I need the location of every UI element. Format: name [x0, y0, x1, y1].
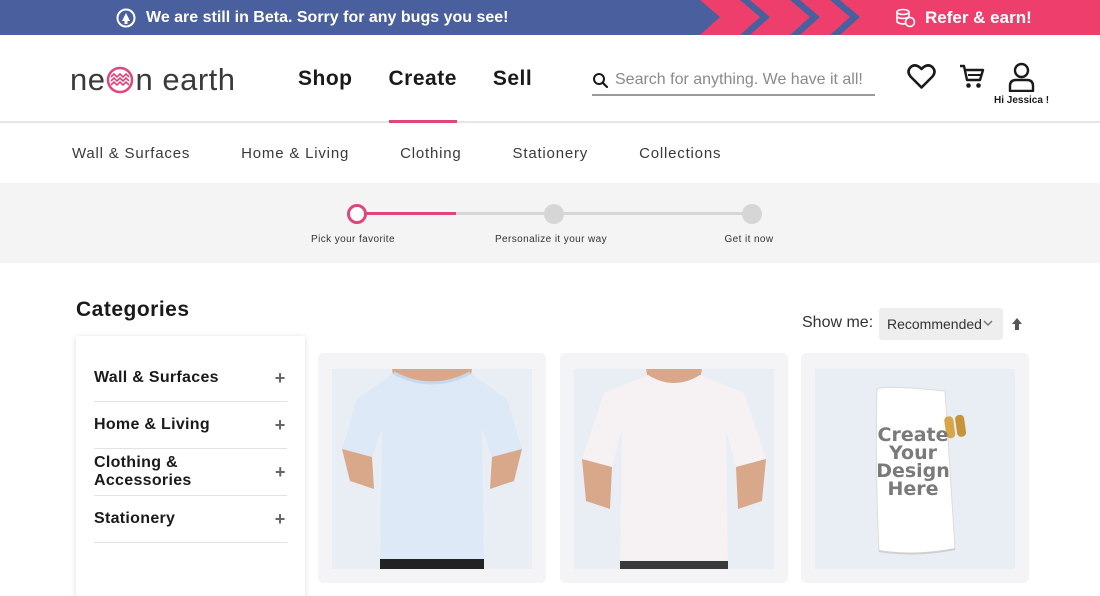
mens-tshirt-image — [574, 369, 774, 569]
product-image-beach-towel: Create Your Design Here — [815, 369, 1015, 569]
product-image-mens-tshirt — [574, 369, 774, 569]
rocket-icon — [116, 8, 136, 27]
user-greeting: Hi Jessica ! — [994, 95, 1050, 106]
search-icon[interactable] — [592, 72, 609, 89]
nav-create[interactable]: Create — [371, 35, 475, 125]
heart-icon — [907, 64, 936, 89]
subnav-home-living[interactable]: Home & Living — [241, 145, 349, 162]
chevron-down-icon — [983, 320, 993, 327]
product-image-womens-tshirt — [332, 369, 532, 569]
beta-banner: We are still in Beta. Sorry for any bugs… — [0, 0, 1100, 35]
sort-direction-arrow-icon[interactable] — [1011, 317, 1023, 331]
step-1-label: Pick your favorite — [311, 234, 395, 245]
step-3-label: Get it now — [724, 234, 774, 245]
search-bar — [592, 66, 875, 96]
neon-logo-mark-icon — [107, 66, 134, 94]
step-1-dot[interactable] — [347, 204, 367, 224]
category-label: Clothing & Accessories — [94, 454, 192, 489]
product-card[interactable] — [560, 353, 788, 583]
category-clothing-accessories[interactable]: Clothing & Accessories + — [94, 449, 287, 496]
beta-text: We are still in Beta. Sorry for any bugs… — [146, 8, 509, 26]
subnav-stationery[interactable]: Stationery — [513, 145, 589, 162]
user-icon — [1008, 62, 1035, 92]
subnav-collections[interactable]: Collections — [639, 145, 721, 162]
sort-select[interactable]: Recommended — [879, 308, 1003, 340]
towel-text-line-4: Here — [887, 478, 938, 500]
category-label: Home & Living — [94, 416, 210, 433]
subnav-clothing[interactable]: Clothing — [400, 145, 461, 162]
step-2-dot[interactable] — [544, 204, 564, 224]
stepper-track-done — [358, 212, 456, 215]
categories-title: Categories — [76, 298, 190, 321]
plus-icon[interactable]: + — [273, 509, 287, 530]
category-wall-surfaces[interactable]: Wall & Surfaces + — [94, 355, 287, 402]
product-card[interactable] — [318, 353, 546, 583]
plus-icon[interactable]: + — [273, 368, 287, 389]
subnav-wall-surfaces[interactable]: Wall & Surfaces — [72, 145, 190, 162]
main-nav: Shop Create Sell — [280, 35, 550, 125]
category-label: Stationery — [94, 510, 176, 527]
category-subnav: Wall & Surfaces Home & Living Clothing S… — [0, 123, 1100, 183]
refer-text[interactable]: Refer & earn! — [925, 8, 1032, 28]
main-header: ne n earth Shop Create Sell Search for a… — [0, 35, 1100, 125]
cart-icon — [960, 64, 985, 88]
product-card[interactable]: Create Your Design Here — [801, 353, 1029, 583]
search-input[interactable] — [615, 71, 865, 89]
step-3-dot[interactable] — [742, 204, 762, 224]
wishlist-button[interactable] — [906, 61, 937, 92]
nav-sell[interactable]: Sell — [475, 35, 550, 123]
category-label: Wall & Surfaces — [94, 369, 219, 386]
womens-tshirt-image — [332, 369, 532, 569]
refer-link[interactable]: Refer & earn! — [894, 0, 1032, 35]
step-2-label: Personalize it your way — [494, 234, 608, 245]
show-me-label: Show me: — [802, 314, 874, 331]
cart-button[interactable] — [956, 61, 987, 92]
progress-stepper: Pick your favorite Personalize it your w… — [0, 183, 1100, 263]
coins-icon — [896, 8, 916, 27]
category-home-living[interactable]: Home & Living + — [94, 402, 287, 449]
stepper-track-pending — [456, 212, 752, 215]
header-actions — [906, 61, 1037, 92]
logo-text-end: n earth — [135, 62, 236, 97]
beach-towel-image: Create Your Design Here — [815, 369, 1015, 569]
logo-text-start: ne — [70, 62, 106, 97]
account-button[interactable] — [1006, 61, 1037, 92]
category-stationery[interactable]: Stationery + — [94, 496, 287, 543]
logo[interactable]: ne n earth — [70, 62, 236, 97]
categories-panel: Wall & Surfaces + Home & Living + Clothi… — [76, 336, 305, 596]
sort-selected-value: Recommended — [887, 316, 982, 332]
plus-icon[interactable]: + — [273, 462, 287, 483]
nav-shop[interactable]: Shop — [280, 35, 371, 123]
beta-message: We are still in Beta. Sorry for any bugs… — [116, 0, 508, 35]
plus-icon[interactable]: + — [273, 415, 287, 436]
